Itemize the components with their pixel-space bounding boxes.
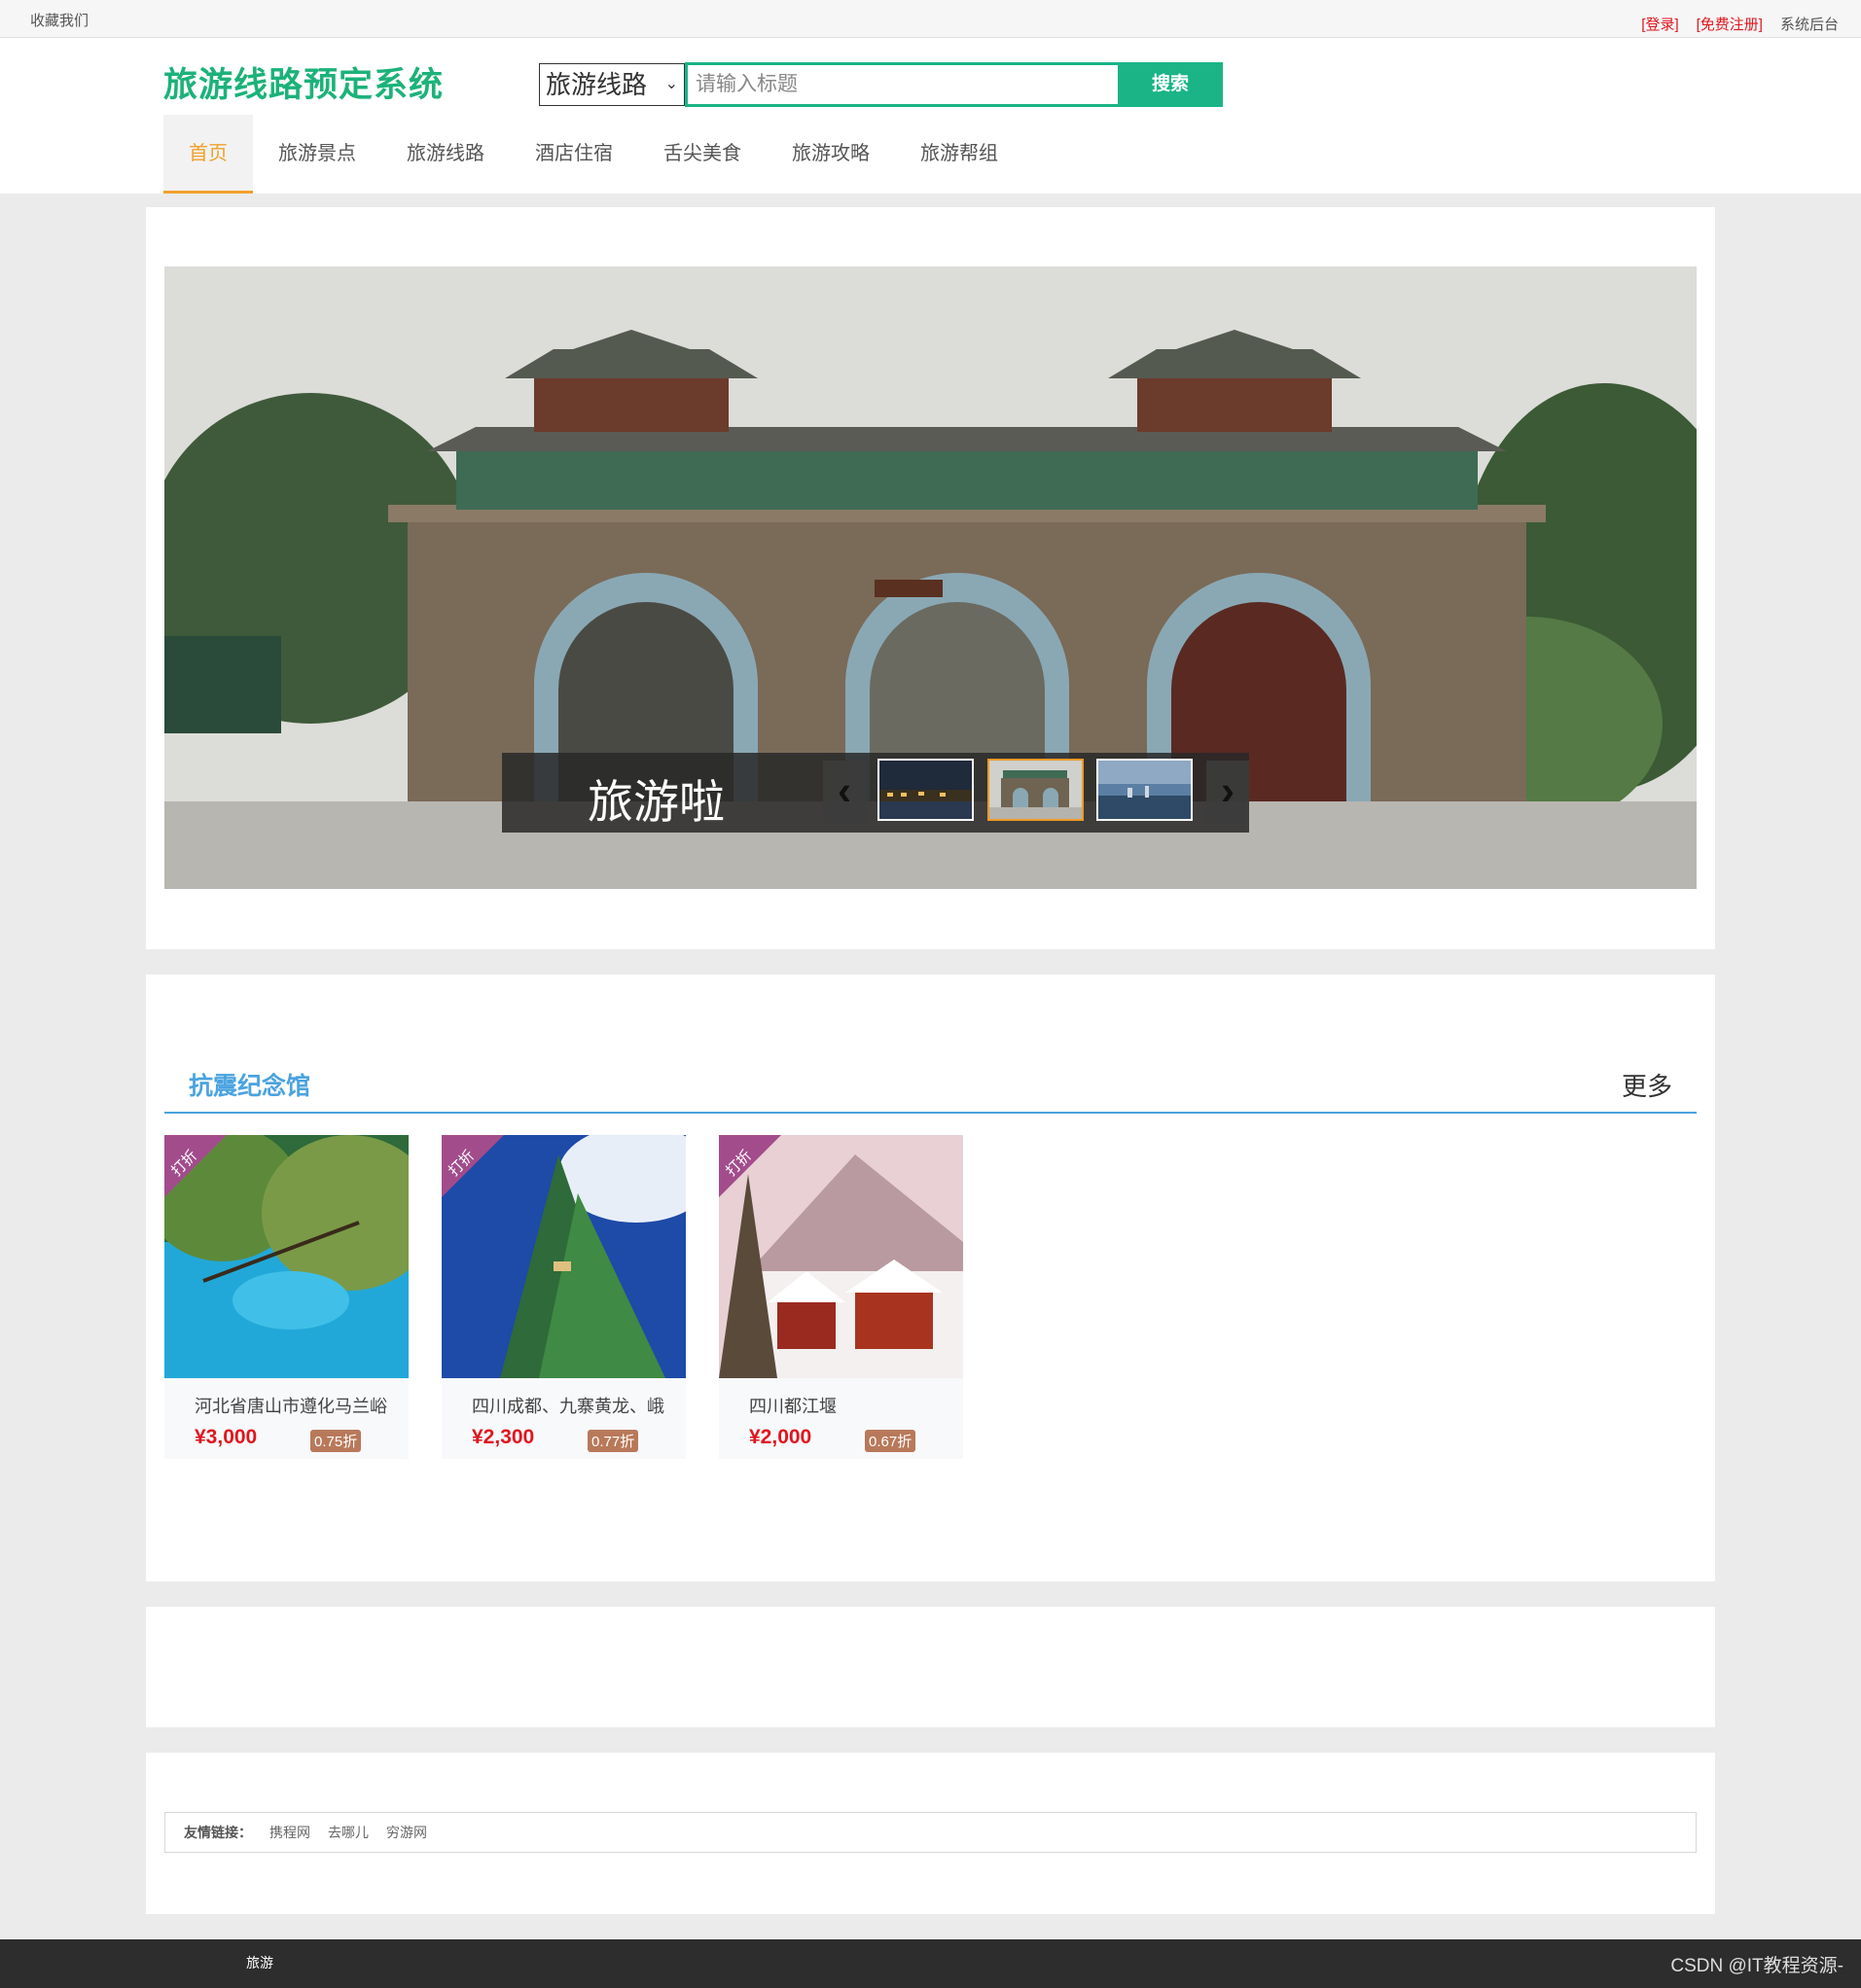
card-price: ¥3,000 bbox=[195, 1426, 258, 1448]
route-card[interactable]: 打折 四川成都、九寨黄龙、峨 ¥2,300 0.77折 bbox=[442, 1135, 686, 1459]
card-image: 打折 bbox=[164, 1135, 409, 1378]
friend-link-ctrip[interactable]: 携程网 bbox=[269, 1813, 310, 1852]
friend-links-panel: 友情链接： 携程网 去哪儿 穷游网 bbox=[146, 1753, 1715, 1914]
main-nav: 首页 旅游景点 旅游线路 酒店住宿 舌尖美食 旅游攻略 旅游帮组 bbox=[163, 115, 1023, 194]
search-button[interactable]: 搜索 bbox=[1118, 62, 1223, 107]
footer: 旅游 CSDN @IT教程资源- bbox=[0, 1939, 1861, 1988]
card-discount: 0.67折 bbox=[865, 1430, 916, 1452]
chevron-left-icon[interactable]: ‹ bbox=[823, 761, 866, 823]
chevron-right-icon[interactable]: › bbox=[1206, 761, 1249, 823]
memorial-section-panel: 抗震纪念馆 更多 打折 河北省唐山市遵化马兰峪 ¥3,000 0.75折 打折 … bbox=[146, 975, 1715, 1581]
search-category-value: 旅游线路 bbox=[546, 70, 648, 99]
empty-panel bbox=[146, 1607, 1715, 1727]
discount-badge: 打折 bbox=[442, 1135, 504, 1197]
card-name: 河北省唐山市遵化马兰峪 bbox=[195, 1397, 387, 1416]
nav-item-guides[interactable]: 旅游攻略 bbox=[767, 115, 895, 194]
site-logo[interactable]: 旅游线路预定系统 bbox=[163, 57, 444, 107]
card-price: ¥2,300 bbox=[472, 1426, 535, 1448]
favorite-link[interactable]: 收藏我们 bbox=[30, 10, 89, 30]
more-link[interactable]: 更多 bbox=[1622, 1067, 1672, 1103]
friend-link-qyer[interactable]: 穷游网 bbox=[386, 1813, 427, 1852]
section-title: 抗震纪念馆 bbox=[189, 1073, 311, 1100]
login-link[interactable]: [登录] bbox=[1641, 14, 1678, 34]
discount-badge: 打折 bbox=[719, 1135, 781, 1197]
banner-thumb-3[interactable] bbox=[1096, 759, 1193, 821]
card-name: 四川都江堰 bbox=[749, 1397, 837, 1416]
nav-item-home[interactable]: 首页 bbox=[163, 115, 253, 194]
card-name: 四川成都、九寨黄龙、峨 bbox=[472, 1397, 664, 1416]
footer-text: 旅游 bbox=[246, 1955, 273, 1970]
chevron-down-icon: ⌄ bbox=[664, 76, 678, 92]
discount-badge: 打折 bbox=[164, 1135, 227, 1197]
top-bar: 收藏我们 [登录] [免费注册] 系统后台 bbox=[0, 0, 1861, 38]
header: 旅游线路预定系统 旅游线路 ⌄ 请输入标题 搜索 首页 旅游景点 旅游线路 酒店… bbox=[0, 38, 1861, 194]
banner-caption: 旅游啦 bbox=[588, 776, 725, 828]
card-discount: 0.75折 bbox=[310, 1430, 362, 1452]
banner-thumb-2[interactable] bbox=[987, 759, 1084, 821]
admin-link[interactable]: 系统后台 bbox=[1780, 14, 1839, 34]
banner-thumb-1[interactable] bbox=[877, 759, 974, 821]
friend-links-label: 友情链接： bbox=[184, 1825, 252, 1840]
banner-panel: 旅游啦 ‹ › bbox=[146, 207, 1715, 949]
friend-link-qunar[interactable]: 去哪儿 bbox=[328, 1813, 369, 1852]
card-discount: 0.77折 bbox=[588, 1430, 639, 1452]
friend-links: 友情链接： 携程网 去哪儿 穷游网 bbox=[164, 1812, 1697, 1853]
nav-item-routes[interactable]: 旅游线路 bbox=[381, 115, 510, 194]
top-links: [登录] [免费注册] 系统后台 bbox=[1641, 14, 1839, 34]
register-link[interactable]: [免费注册] bbox=[1697, 14, 1763, 34]
route-card[interactable]: 打折 河北省唐山市遵化马兰峪 ¥3,000 0.75折 bbox=[164, 1135, 409, 1459]
search-category-select[interactable]: 旅游线路 ⌄ bbox=[539, 63, 685, 106]
banner-caption-bar: 旅游啦 ‹ › bbox=[502, 753, 1249, 833]
nav-item-hotels[interactable]: 酒店住宿 bbox=[510, 115, 638, 194]
thumb-city-image bbox=[1098, 761, 1191, 819]
card-list: 打折 河北省唐山市遵化马兰峪 ¥3,000 0.75折 打折 四川成都、九寨黄龙… bbox=[164, 1135, 963, 1459]
card-image: 打折 bbox=[719, 1135, 963, 1378]
section-header: 抗震纪念馆 更多 bbox=[164, 1067, 1697, 1114]
watermark: CSDN @IT教程资源- bbox=[1670, 1956, 1843, 1976]
thumb-gate-image bbox=[989, 761, 1082, 819]
nav-item-food[interactable]: 舌尖美食 bbox=[638, 115, 767, 194]
thumb-night-town-image bbox=[879, 761, 972, 819]
card-image: 打折 bbox=[442, 1135, 686, 1378]
card-price: ¥2,000 bbox=[749, 1426, 812, 1448]
search-input[interactable]: 请输入标题 bbox=[685, 62, 1118, 107]
banner-carousel[interactable]: 旅游啦 ‹ › bbox=[164, 266, 1697, 889]
route-card[interactable]: 打折 四川都江堰 ¥2,000 0.67折 bbox=[719, 1135, 963, 1459]
nav-item-attractions[interactable]: 旅游景点 bbox=[253, 115, 381, 194]
nav-item-help[interactable]: 旅游帮组 bbox=[895, 115, 1023, 194]
